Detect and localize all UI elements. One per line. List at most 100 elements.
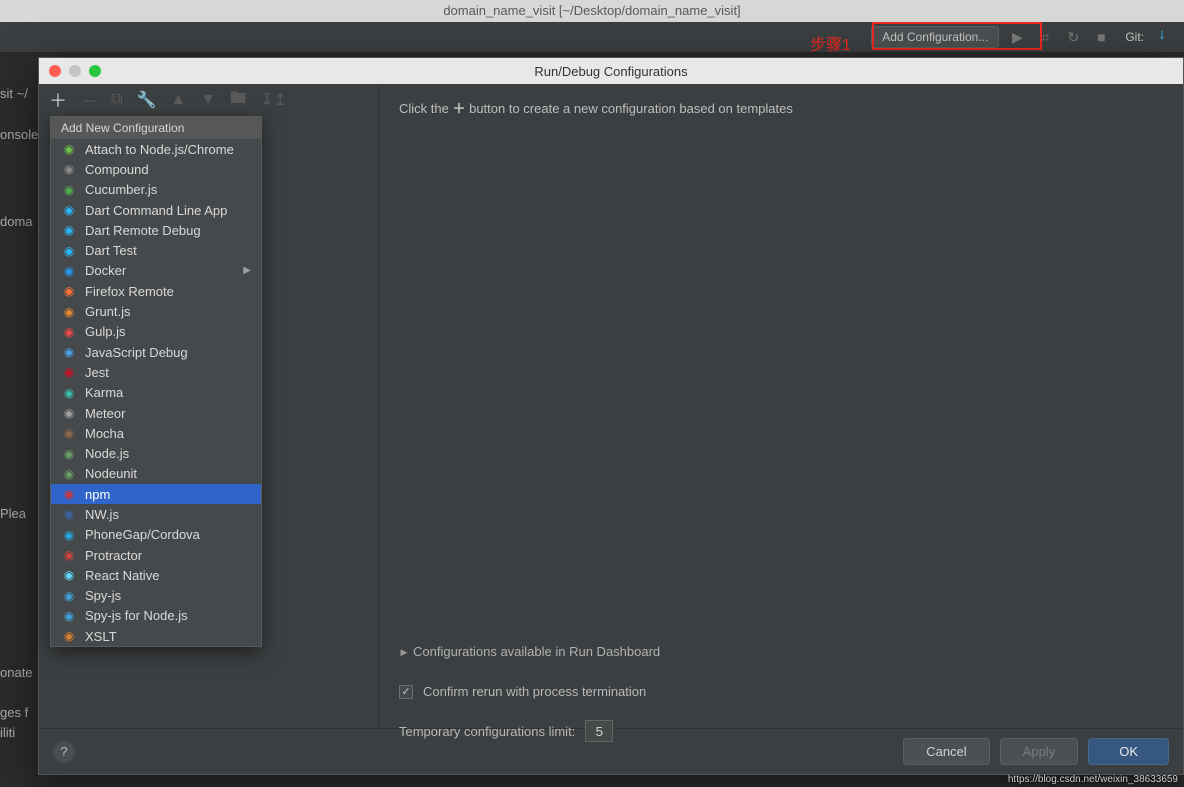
- debug-icon[interactable]: ⌗: [1036, 28, 1054, 46]
- bg-breadcrumb: sit ~/: [0, 86, 28, 101]
- config-type-docker[interactable]: ◉Docker▶: [51, 261, 261, 281]
- config-type-icon: ◉: [61, 324, 77, 340]
- config-type-label: NW.js: [85, 507, 119, 522]
- edit-config-button[interactable]: 🔧: [136, 90, 156, 110]
- config-type-dart-command-line-app[interactable]: ◉Dart Command Line App: [51, 200, 261, 220]
- config-type-label: XSLT: [85, 629, 117, 644]
- stop-icon[interactable]: ■: [1092, 28, 1110, 46]
- config-type-compound[interactable]: ◉Compound: [51, 159, 261, 179]
- ok-button[interactable]: OK: [1088, 738, 1169, 765]
- hint-before: Click the: [399, 101, 452, 116]
- config-type-icon: ◉: [61, 446, 77, 462]
- move-up-button[interactable]: ▲: [170, 91, 186, 109]
- config-type-node-js[interactable]: ◉Node.js: [51, 443, 261, 463]
- temp-limit-label: Temporary configurations limit:: [399, 724, 575, 739]
- config-type-label: Compound: [85, 162, 149, 177]
- config-type-nodeunit[interactable]: ◉ Nodeunit: [51, 464, 261, 484]
- config-type-label: npm: [85, 487, 110, 502]
- coverage-icon[interactable]: ↻: [1064, 28, 1082, 46]
- git-label: Git:: [1125, 30, 1144, 44]
- config-type-gulp-js[interactable]: ◉ Gulp.js: [51, 322, 261, 342]
- config-type-phonegap-cordova[interactable]: ◉PhoneGap/Cordova: [51, 525, 261, 545]
- config-type-icon: ◉: [61, 486, 77, 502]
- config-type-label: Spy-js: [85, 588, 121, 603]
- config-type-label: Spy-js for Node.js: [85, 608, 188, 623]
- config-type-label: Docker: [85, 263, 126, 278]
- annotation-label-1: 步骤1: [810, 31, 851, 55]
- config-type-label: PhoneGap/Cordova: [85, 527, 200, 542]
- config-type-meteor[interactable]: ◉Meteor: [51, 403, 261, 423]
- add-config-plus-button[interactable]: ＋: [49, 87, 67, 113]
- config-type-label: Nodeunit: [85, 466, 137, 481]
- config-type-icon: ◉: [61, 222, 77, 238]
- sort-button[interactable]: ↧↥: [260, 90, 287, 110]
- config-type-spy-js-for-node-js[interactable]: ◉Spy-js for Node.js: [51, 606, 261, 626]
- bg-plea: Plea: [0, 506, 26, 521]
- bg-domain: doma: [0, 214, 33, 229]
- config-type-label: JavaScript Debug: [85, 345, 188, 360]
- copy-config-button[interactable]: ⧉: [111, 91, 122, 109]
- config-type-icon: ◉: [61, 304, 77, 320]
- git-pull-icon[interactable]: ⭭: [1153, 28, 1171, 46]
- config-type-icon: ◉: [61, 141, 77, 157]
- run-icon[interactable]: ▶: [1008, 28, 1026, 46]
- temp-limit-input[interactable]: [585, 720, 613, 742]
- config-type-label: Dart Test: [85, 243, 137, 258]
- config-type-mocha[interactable]: ◉ Mocha: [51, 423, 261, 443]
- empty-config-hint: Click the ＋ button to create a new confi…: [399, 98, 1163, 117]
- config-type-xslt[interactable]: ◉ XSLT: [51, 626, 261, 646]
- config-type-icon: ◉: [61, 364, 77, 380]
- dialog-titlebar: Run/Debug Configurations: [39, 58, 1183, 84]
- config-type-icon: ◉: [61, 344, 77, 360]
- bg-ges: ges f: [0, 705, 28, 720]
- config-type-react-native[interactable]: ◉React Native: [51, 565, 261, 585]
- config-type-icon: ◉: [61, 628, 77, 644]
- help-button[interactable]: ?: [53, 741, 75, 763]
- config-type-protractor[interactable]: ◉Protractor: [51, 545, 261, 565]
- config-type-label: Karma: [85, 385, 123, 400]
- config-type-icon: ◉: [61, 588, 77, 604]
- config-type-cucumber-js[interactable]: ◉Cucumber.js: [51, 180, 261, 200]
- apply-button[interactable]: Apply: [1000, 738, 1079, 765]
- config-type-icon: ◉: [61, 263, 77, 279]
- run-dashboard-expander[interactable]: ▶Configurations available in Run Dashboa…: [399, 644, 660, 660]
- config-type-label: Dart Command Line App: [85, 203, 227, 218]
- config-type-spy-js[interactable]: ◉ Spy-js: [51, 586, 261, 606]
- config-type-icon: ◉: [61, 567, 77, 583]
- config-type-icon: ◉: [61, 405, 77, 421]
- main-window-title: domain_name_visit [~/Desktop/domain_name…: [0, 0, 1184, 22]
- run-dashboard-label: Configurations available in Run Dashboar…: [413, 644, 660, 659]
- config-type-nw-js[interactable]: ◉ NW.js: [51, 504, 261, 524]
- remove-config-button[interactable]: －: [81, 88, 97, 112]
- config-type-dart-remote-debug[interactable]: ◉ Dart Remote Debug: [51, 220, 261, 240]
- config-type-icon: ◉: [61, 182, 77, 198]
- config-type-label: Dart Remote Debug: [85, 223, 201, 238]
- config-type-icon: ◉: [61, 506, 77, 522]
- config-type-grunt-js[interactable]: ◉ Grunt.js: [51, 301, 261, 321]
- config-type-firefox-remote[interactable]: ◉Firefox Remote: [51, 281, 261, 301]
- config-type-icon: ◉: [61, 547, 77, 563]
- config-type-javascript-debug[interactable]: ◉ JavaScript Debug: [51, 342, 261, 362]
- config-type-npm[interactable]: ◉ npm: [51, 484, 261, 504]
- add-configuration-button[interactable]: Add Configuration...: [871, 26, 999, 48]
- dialog-right-panel: Click the ＋ button to create a new confi…: [379, 84, 1183, 728]
- config-type-dart-test[interactable]: ◉Dart Test: [51, 240, 261, 260]
- confirm-rerun-checkbox[interactable]: ✓: [399, 685, 413, 699]
- folder-button[interactable]: 🖿: [230, 87, 246, 114]
- config-type-icon: ◉: [61, 283, 77, 299]
- config-type-label: Gulp.js: [85, 324, 125, 339]
- config-type-karma[interactable]: ◉Karma: [51, 383, 261, 403]
- move-down-button[interactable]: ▼: [200, 91, 216, 109]
- main-toolbar: Add Configuration... ▶ ⌗ ↻ ■ Git: ⭭: [0, 22, 1184, 52]
- watermark-text: https://blog.csdn.net/weixin_38633659: [1008, 774, 1178, 785]
- config-type-icon: ◉: [61, 425, 77, 441]
- bg-iliti: iliti: [0, 725, 15, 740]
- config-type-jest[interactable]: ◉Jest: [51, 362, 261, 382]
- config-type-label: Attach to Node.js/Chrome: [85, 142, 234, 157]
- config-type-attach-to-node-js-chrome[interactable]: ◉ Attach to Node.js/Chrome: [51, 139, 261, 159]
- config-type-label: Mocha: [85, 426, 124, 441]
- cancel-button[interactable]: Cancel: [903, 738, 989, 765]
- bg-console: onsole: [0, 127, 38, 142]
- config-type-icon: ◉: [61, 466, 77, 482]
- config-type-label: Grunt.js: [85, 304, 131, 319]
